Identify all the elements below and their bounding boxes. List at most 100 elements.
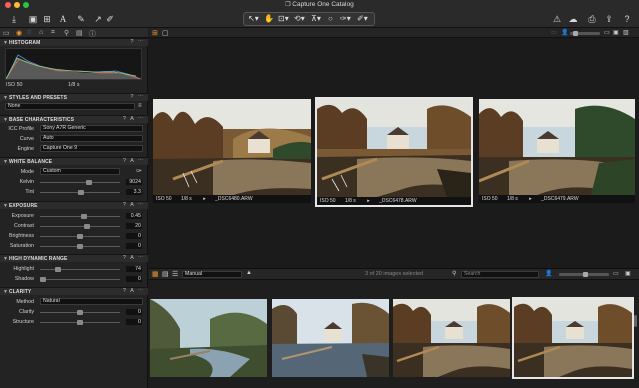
histogram-header[interactable]: ▼ HISTOGRAM ? ⋯ bbox=[0, 38, 148, 46]
wb-mode-select[interactable]: Custom bbox=[40, 168, 120, 175]
base-characteristics-header[interactable]: ▼ BASE CHARACTERISTICS ? A ⋯ bbox=[0, 115, 148, 123]
thumbnail-4-selected[interactable] bbox=[512, 297, 634, 379]
section-action-icons[interactable]: ? A ⋯ bbox=[123, 116, 145, 122]
saturation-value[interactable]: 0 bbox=[126, 243, 142, 249]
section-action-icons[interactable]: ? ⋯ bbox=[130, 39, 145, 45]
saturation-slider-knob[interactable] bbox=[77, 244, 83, 249]
eyedropper-icon[interactable]: ✑ bbox=[136, 167, 142, 175]
structure-slider[interactable] bbox=[40, 320, 120, 325]
text-icon[interactable]: A bbox=[57, 12, 69, 26]
arrow-icon[interactable]: ↗ bbox=[92, 12, 104, 26]
thumbnail-1[interactable] bbox=[150, 299, 267, 377]
thumbnail-3[interactable] bbox=[393, 299, 510, 377]
contrast-value[interactable]: 20 bbox=[126, 223, 142, 229]
exposure-slider[interactable] bbox=[40, 214, 120, 219]
contrast-slider-knob[interactable] bbox=[84, 224, 91, 229]
exposure-value[interactable]: 0.45 bbox=[126, 213, 142, 219]
share-icon[interactable]: ⇪ bbox=[603, 12, 615, 26]
import-icon[interactable]: ⤓ bbox=[7, 12, 21, 26]
sort-select[interactable]: Manual bbox=[182, 271, 242, 278]
brightness-value[interactable]: 0 bbox=[126, 233, 142, 239]
structure-slider-knob[interactable] bbox=[77, 320, 83, 325]
styles-presets-header[interactable]: ▼ STYLES AND PRESETS ? ⋯ bbox=[0, 93, 148, 101]
grid-view-icon[interactable]: ▦ bbox=[152, 270, 159, 278]
viewer-photo-2[interactable]: ISO 50 1/8 s ▸ _DSC6478.ARW bbox=[315, 97, 473, 207]
brightness-slider[interactable] bbox=[40, 234, 120, 239]
capture-icon[interactable]: ▣ bbox=[26, 12, 40, 26]
saturation-slider[interactable] bbox=[40, 244, 120, 249]
fullscreen-icon[interactable]: ▥ bbox=[623, 29, 629, 36]
composition-tab-icon[interactable]: ⌗ bbox=[51, 29, 55, 37]
section-action-icons[interactable]: ? A ⋯ bbox=[123, 202, 145, 208]
capture-tab-icon[interactable]: ◉ bbox=[16, 29, 22, 37]
user-icon[interactable]: 👤 bbox=[561, 29, 568, 36]
zoom-icon[interactable]: ▣ bbox=[613, 29, 619, 36]
pen-icon[interactable]: ✎ bbox=[75, 12, 87, 26]
circle-icon[interactable]: ○ bbox=[328, 13, 333, 25]
highlight-slider[interactable] bbox=[40, 267, 120, 272]
lens-tab-icon[interactable]: ⌂ bbox=[39, 29, 43, 36]
thumbnail-size-knob[interactable] bbox=[583, 272, 588, 277]
hand-icon[interactable]: ✋ bbox=[264, 13, 274, 25]
library-tab-icon[interactable]: ▭ bbox=[3, 29, 10, 37]
local-tab-icon[interactable]: ▤ bbox=[76, 29, 83, 37]
styles-select[interactable]: None bbox=[5, 103, 135, 110]
kelvin-value[interactable]: 9024 bbox=[126, 179, 142, 185]
multi-view-icon[interactable]: ⊞ bbox=[152, 29, 158, 37]
browser-scrollbar[interactable] bbox=[634, 315, 637, 327]
kelvin-slider-knob[interactable] bbox=[85, 180, 92, 185]
curve-select[interactable]: Auto bbox=[40, 135, 143, 142]
tint-slider-knob[interactable] bbox=[78, 190, 85, 195]
search-input[interactable]: Search bbox=[461, 271, 539, 278]
section-action-icons[interactable]: ? A ⋯ bbox=[123, 288, 145, 294]
styles-menu-icon[interactable]: ≡ bbox=[138, 103, 142, 109]
clarity-method-select[interactable]: Natural bbox=[40, 298, 143, 305]
crop-icon[interactable]: ⊡▾ bbox=[278, 13, 289, 25]
clarity-slider-knob[interactable] bbox=[77, 310, 83, 315]
cloud-icon[interactable]: ☁ bbox=[566, 12, 580, 26]
section-action-icons[interactable]: ? A ⋯ bbox=[123, 158, 145, 164]
proof-icon[interactable]: ▭ bbox=[551, 29, 557, 36]
list-view-icon[interactable]: ☰ bbox=[172, 270, 178, 278]
details-tab-icon[interactable]: ⚲ bbox=[64, 29, 69, 37]
shadow-slider-knob[interactable] bbox=[40, 277, 46, 282]
tint-value[interactable]: 3.3 bbox=[126, 189, 142, 195]
viewer-photo-1[interactable]: ISO 50 1/8 s ▸ _DSC6480.ARW bbox=[153, 99, 311, 203]
thumbnail-size-slider[interactable] bbox=[559, 272, 609, 277]
viewer-zoom-knob[interactable] bbox=[573, 31, 578, 36]
clarity-header[interactable]: ▼ CLARITY ? A ⋯ bbox=[0, 287, 148, 295]
brush-icon[interactable]: ✐ bbox=[104, 12, 116, 26]
viewer-photo-3[interactable]: ISO 50 1/8 s ▸ _DSC6479.ARW bbox=[479, 99, 635, 203]
clarity-value[interactable]: 0 bbox=[126, 309, 142, 315]
export-icon[interactable]: ⊞ bbox=[40, 12, 54, 26]
color-tab-icon[interactable]: ◌ bbox=[27, 29, 31, 36]
clarity-slider[interactable] bbox=[40, 310, 120, 315]
print-icon[interactable]: ⎙ bbox=[586, 12, 598, 26]
section-action-icons[interactable]: ? ⋯ bbox=[130, 94, 145, 100]
rotate-icon[interactable]: ⟲▾ bbox=[294, 13, 305, 25]
icc-profile-select[interactable]: Sony A7R Generic bbox=[40, 125, 143, 132]
warning-icon[interactable]: ⚠ bbox=[551, 12, 563, 26]
search-icon[interactable]: ⚲ bbox=[452, 270, 456, 277]
exposure-slider-knob[interactable] bbox=[80, 214, 87, 219]
fit-icon[interactable]: ▭ bbox=[604, 29, 610, 36]
shadow-slider[interactable] bbox=[40, 277, 120, 282]
engine-select[interactable]: Capture One 9 bbox=[40, 145, 143, 152]
thumbnail-small-icon[interactable]: ▭ bbox=[613, 270, 619, 277]
single-view-icon[interactable]: ▢ bbox=[162, 29, 169, 37]
kelvin-slider[interactable] bbox=[40, 180, 120, 185]
white-balance-header[interactable]: ▼ WHITE BALANCE ? A ⋯ bbox=[0, 157, 148, 165]
shadow-value[interactable]: 0 bbox=[126, 276, 142, 282]
thumbnail-large-icon[interactable]: ▣ bbox=[625, 270, 631, 277]
brightness-slider-knob[interactable] bbox=[77, 234, 83, 239]
highlight-slider-knob[interactable] bbox=[54, 267, 61, 272]
contrast-slider[interactable] bbox=[40, 224, 120, 229]
hdr-header[interactable]: ▼ HIGH DYNAMIC RANGE ? A ⋯ bbox=[0, 254, 148, 262]
picker-icon[interactable]: ✑▾ bbox=[340, 13, 351, 25]
filmstrip-view-icon[interactable]: ▤ bbox=[162, 270, 169, 278]
brush-tool-icon[interactable]: ✐▾ bbox=[357, 13, 368, 25]
cursor-icon[interactable]: ↖▾ bbox=[248, 13, 259, 25]
viewer-zoom-slider[interactable] bbox=[570, 31, 600, 36]
keystone-icon[interactable]: ⊼▾ bbox=[311, 13, 321, 25]
help-icon[interactable]: ? bbox=[621, 12, 633, 26]
